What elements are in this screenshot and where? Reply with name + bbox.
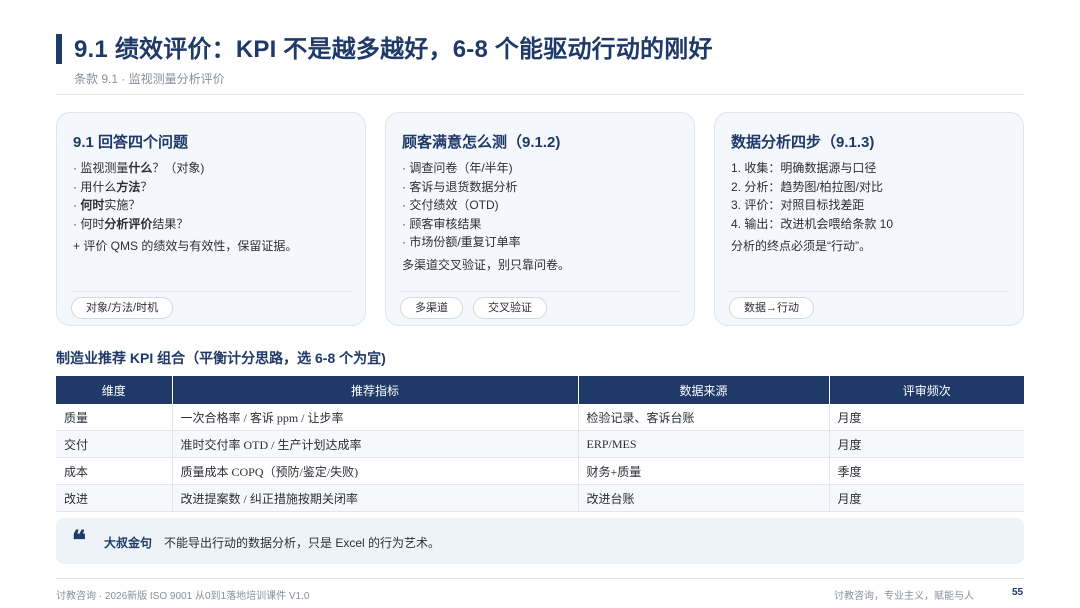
- table-cell: 月度: [829, 430, 1024, 458]
- card-note: + 评价 QMS 的绩效与有效性，保留证据。: [73, 239, 298, 253]
- card-tags: 数据→行动: [729, 297, 814, 319]
- card-item: 1. 收集：明确数据源与口径: [731, 161, 877, 175]
- card-item: · 监视测量什么？（对象): [73, 161, 205, 175]
- table-cell: 质量: [56, 404, 173, 431]
- title-accent-bar: [56, 34, 62, 64]
- kpi-section-title: 制造业推荐 KPI 组合（平衡计分思路，选 6-8 个为宜): [56, 350, 386, 366]
- column-header: 数据来源: [578, 376, 830, 404]
- card-item: 4. 输出：改进机会喂给条款 10: [731, 216, 894, 231]
- table-cell: 改进提案数 / 纠正措施按期关闭率: [172, 484, 579, 512]
- table-cell: 一次合格率 / 客诉 ppm / 让步率: [172, 404, 579, 431]
- card-item: · 交付绩效（OTD): [402, 198, 499, 212]
- quote-box: ❝ 大叔金句 不能导出行动的数据分析，只是 Excel 的行为艺术。: [56, 518, 1024, 564]
- card-data-analysis: 数据分析四步（9.1.3) 1. 收集：明确数据源与口径 2. 分析：趋势图/柏…: [714, 112, 1024, 326]
- card-divider: [71, 291, 351, 292]
- column-header: 评审频次: [829, 376, 1024, 404]
- table-row: 成本 质量成本 COPQ（预防/鉴定/失败) 财务+质量 季度: [56, 457, 1024, 485]
- table-cell: 检验记录、客诉台账: [578, 404, 830, 431]
- table-cell: ERP/MES: [578, 430, 830, 458]
- quote-icon: ❝: [72, 526, 86, 556]
- footer-course-info: 讨教咨询 · 2026新版 ISO 9001 从0到1落地培训课件 V1.0: [56, 591, 310, 602]
- table-cell: 改进台账: [578, 484, 830, 512]
- table-cell: 准时交付率 OTD / 生产计划达成率: [172, 430, 579, 458]
- card-note: 分析的终点必须是“行动”。: [731, 239, 871, 253]
- quote-text: 不能导出行动的数据分析，只是 Excel 的行为艺术。: [164, 536, 441, 550]
- table-cell: 季度: [829, 457, 1024, 485]
- card-title: 顾客满意怎么测（9.1.2): [402, 134, 561, 151]
- table-cell: 月度: [829, 404, 1024, 431]
- card-items: · 调查问卷（年/半年) · 客诉与退货数据分析 · 交付绩效（OTD) · 顾…: [402, 159, 682, 274]
- card-item: · 用什么方法？: [73, 179, 153, 194]
- table-cell: 质量成本 COPQ（预防/鉴定/失败): [172, 457, 579, 485]
- table-row: 改进 改进提案数 / 纠正措施按期关闭率 改进台账 月度: [56, 484, 1024, 512]
- card-title: 数据分析四步（9.1.3): [731, 134, 875, 151]
- table-cell: 月度: [829, 484, 1024, 512]
- card-item: · 顾客审核结果: [402, 216, 482, 231]
- card-divider: [400, 291, 680, 292]
- table-cell: 交付: [56, 430, 173, 458]
- card-four-questions: 9.1 回答四个问题 · 监视测量什么？（对象) · 用什么方法？ · 何时实施…: [56, 112, 366, 326]
- card-item: 3. 评价：对照目标找差距: [731, 198, 865, 212]
- tag-pill[interactable]: 多渠道: [400, 297, 463, 319]
- card-item: · 调查问卷（年/半年): [402, 161, 513, 175]
- title-divider: [56, 94, 1024, 95]
- page-subtitle: 条款 9.1 · 监视测量分析评价: [74, 72, 225, 86]
- card-tags: 多渠道 交叉验证: [400, 297, 547, 319]
- footer-divider: [56, 578, 1024, 579]
- column-header: 维度: [56, 376, 173, 404]
- card-divider: [729, 291, 1009, 292]
- card-items: 1. 收集：明确数据源与口径 2. 分析：趋势图/柏拉图/对比 3. 评价：对照…: [731, 159, 1011, 256]
- table-cell: 财务+质量: [578, 457, 830, 485]
- card-item: · 何时实施？: [73, 198, 141, 212]
- table-row: 交付 准时交付率 OTD / 生产计划达成率 ERP/MES 月度: [56, 430, 1024, 458]
- card-item: · 何时分析评价结果？: [73, 216, 189, 231]
- card-customer-satisfaction: 顾客满意怎么测（9.1.2) · 调查问卷（年/半年) · 客诉与退货数据分析 …: [385, 112, 695, 326]
- table-row: 质量 一次合格率 / 客诉 ppm / 让步率 检验记录、客诉台账 月度: [56, 404, 1024, 431]
- kpi-table: 维度 推荐指标 数据来源 评审频次 质量 一次合格率 / 客诉 ppm / 让步…: [56, 376, 1024, 512]
- card-title: 9.1 回答四个问题: [73, 134, 189, 151]
- tag-pill[interactable]: 交叉验证: [473, 297, 547, 319]
- column-header: 推荐指标: [172, 376, 579, 404]
- tag-pill[interactable]: 数据→行动: [729, 297, 814, 319]
- card-item: · 客诉与退货数据分析: [402, 179, 518, 194]
- footer-slogan: 讨教咨询，专业主义，赋能与人: [834, 591, 974, 602]
- card-item: 2. 分析：趋势图/柏拉图/对比: [731, 179, 884, 194]
- table-cell: 成本: [56, 457, 173, 485]
- table-cell: 改进: [56, 484, 173, 512]
- card-item: · 市场份额/重复订单率: [402, 235, 521, 249]
- quote-label: 大叔金句: [104, 536, 153, 550]
- card-tags: 对象/方法/时机: [71, 297, 174, 319]
- table-header-row: 维度 推荐指标 数据来源 评审频次: [56, 376, 1024, 404]
- page-number: 55: [1012, 587, 1024, 598]
- card-items: · 监视测量什么？（对象) · 用什么方法？ · 何时实施？ · 何时分析评价结…: [73, 159, 353, 256]
- page-title: 9.1 绩效评价：KPI 不是越多越好，6-8 个能驱动行动的刚好: [74, 36, 713, 63]
- card-note: 多渠道交叉验证，别只靠问卷。: [402, 257, 571, 272]
- tag-pill[interactable]: 对象/方法/时机: [71, 297, 174, 319]
